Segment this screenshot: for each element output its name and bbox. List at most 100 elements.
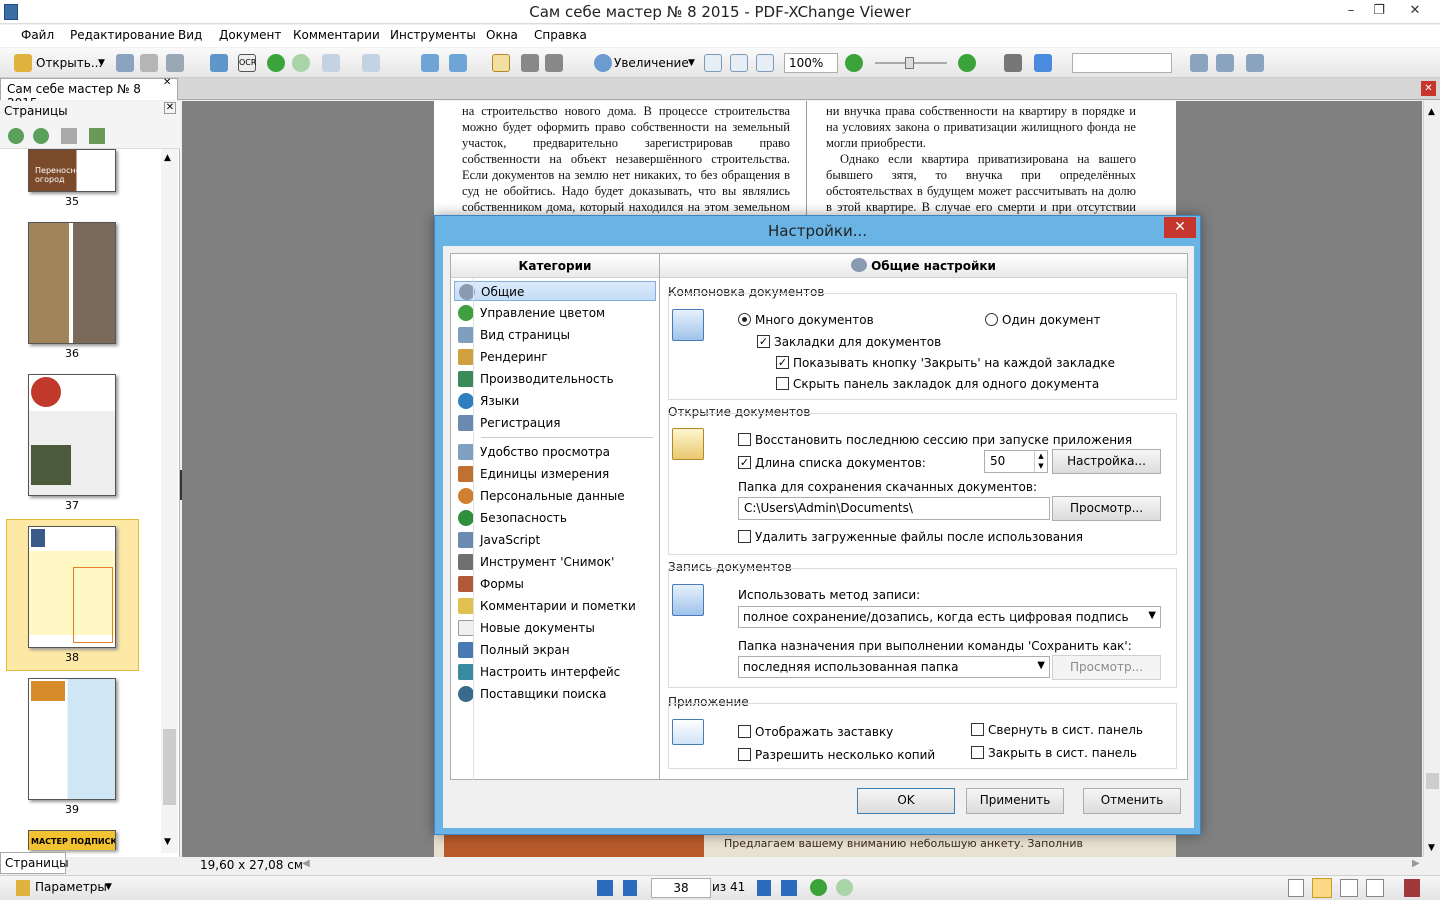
menu-document[interactable]: Документ — [219, 28, 281, 42]
cancel-button[interactable]: Отменить — [1083, 788, 1181, 814]
menu-file[interactable]: Файл — [21, 28, 54, 42]
tools-icon[interactable] — [1216, 54, 1234, 72]
minimize-button[interactable]: – — [1336, 0, 1366, 22]
pages-scroll-thumb[interactable] — [163, 729, 176, 805]
document-tab-close-icon[interactable]: ✕ — [163, 77, 171, 88]
zoom-label[interactable]: Увеличение — [614, 56, 689, 70]
radio-one-document[interactable]: Один документ — [985, 313, 1100, 327]
category-general[interactable]: Общие — [454, 281, 656, 301]
category-search-providers[interactable]: Поставщики поиска — [454, 684, 656, 704]
select-tool-icon[interactable] — [545, 54, 563, 72]
thumb-zoom-out-icon[interactable] — [33, 128, 49, 144]
save-method-select[interactable]: полное сохранение/дозапись, когда есть ц… — [738, 606, 1161, 628]
continuous-view-icon[interactable] — [1312, 878, 1332, 898]
zoom-slider-thumb[interactable] — [905, 57, 914, 69]
category-units[interactable]: Единицы измерения — [454, 464, 656, 484]
hscroll-left-icon[interactable]: ◀ — [302, 858, 310, 869]
document-vertical-scrollbar[interactable]: ▲ ▼ — [1423, 101, 1440, 857]
category-registration[interactable]: Регистрация — [454, 413, 656, 433]
search-provider-icon[interactable] — [1034, 54, 1052, 72]
ok-button[interactable]: OK — [857, 788, 955, 814]
undo-icon[interactable] — [322, 54, 340, 72]
menu-tools[interactable]: Инструменты — [390, 28, 476, 42]
menu-edit[interactable]: Редактирование — [70, 28, 175, 42]
facing-view-icon[interactable] — [1340, 879, 1358, 897]
apply-button[interactable]: Применить — [966, 788, 1064, 814]
snapshot-icon[interactable] — [521, 54, 539, 72]
history-back-icon[interactable] — [810, 879, 827, 896]
find-icon[interactable] — [1004, 54, 1022, 72]
search-input[interactable] — [1072, 53, 1172, 73]
last-page-icon[interactable] — [781, 880, 797, 896]
category-snapshot-tool[interactable]: Инструмент 'Снимок' — [454, 552, 656, 572]
zoom-in-icon[interactable] — [958, 54, 976, 72]
checkbox-minimize-to-tray[interactable]: Свернуть в сист. панель — [971, 723, 1143, 737]
browse-download-folder-button[interactable]: Просмотр... — [1052, 496, 1161, 521]
open-icon[interactable] — [14, 54, 32, 72]
category-new-documents[interactable]: Новые документы — [454, 618, 656, 638]
restore-button[interactable]: ❐ — [1364, 0, 1394, 22]
checkbox-doc-list-length[interactable]: ✓ Длина списка документов: — [738, 456, 926, 470]
parameters-button[interactable]: Параметры — [35, 880, 107, 894]
checkbox-restore-session[interactable]: Восстановить последнюю сессию при запуск… — [738, 433, 1132, 447]
category-customize-ui[interactable]: Настроить интерфейс — [454, 662, 656, 682]
scroll-up-icon[interactable]: ▲ — [164, 153, 171, 163]
radio-many-documents[interactable]: Много документов — [738, 313, 874, 327]
browse-save-as-button[interactable]: Просмотр... — [1052, 655, 1161, 680]
save-as-folder-select[interactable]: последняя использованная папка ▼ — [738, 656, 1050, 678]
prev-page-icon[interactable] — [623, 880, 637, 896]
checkbox-show-close-button[interactable]: ✓ Показывать кнопку 'Закрыть' на каждой з… — [776, 356, 1115, 370]
first-page-icon[interactable] — [597, 880, 613, 896]
parameters-dropdown-arrow[interactable]: ▼ — [105, 882, 112, 892]
page-thumbnail-38[interactable] — [28, 526, 116, 648]
checkbox-delete-downloaded[interactable]: Удалить загруженные файлы после использо… — [738, 530, 1083, 544]
category-rendering[interactable]: Рендеринг — [454, 347, 656, 367]
page-thumbnail-35[interactable]: Переносной огород — [28, 149, 116, 192]
pages-scrollbar[interactable]: ▲ ▼ — [161, 149, 178, 853]
open-button-label[interactable]: Открыть... — [36, 56, 102, 70]
dialog-close-button[interactable]: ✕ — [1164, 217, 1196, 238]
scan-icon[interactable] — [166, 54, 184, 72]
fit-width-icon[interactable] — [756, 54, 774, 72]
doc-scroll-up-icon[interactable]: ▲ — [1428, 107, 1435, 117]
rotate-icon[interactable] — [421, 54, 439, 72]
doc-scroll-thumb[interactable] — [1426, 773, 1439, 789]
download-folder-input[interactable]: C:\Users\Admin\Documents\ — [738, 497, 1050, 520]
zoom-combo[interactable]: 100% — [784, 53, 838, 73]
sign-icon[interactable] — [1404, 879, 1420, 897]
checkbox-document-tabs[interactable]: ✓ Закладки для документов — [757, 335, 941, 349]
checkbox-close-to-tray[interactable]: Закрыть в сист. панель — [971, 746, 1137, 760]
category-javascript[interactable]: JavaScript — [454, 530, 656, 550]
close-window-button[interactable]: ✕ — [1400, 0, 1430, 22]
page-thumbnail-40[interactable]: МАСТЕР ПОДПИСКА! — [28, 830, 116, 850]
hand-tool-icon[interactable] — [492, 54, 510, 72]
category-color-management[interactable]: Управление цветом — [454, 303, 656, 323]
checkbox-multiple-instances[interactable]: Разрешить несколько копий — [738, 748, 935, 762]
page-thumbnail-37[interactable] — [28, 374, 116, 496]
history-forward-icon[interactable] — [836, 879, 853, 896]
scroll-down-icon[interactable]: ▼ — [164, 837, 171, 847]
export-icon[interactable] — [210, 54, 228, 72]
checkbox-show-splash[interactable]: Отображать заставку — [738, 725, 893, 739]
settings-button[interactable]: Настройка... — [1052, 449, 1161, 474]
redo-icon[interactable] — [362, 54, 380, 72]
doc-scroll-down-icon[interactable]: ▼ — [1428, 843, 1435, 853]
open-dropdown-arrow[interactable]: ▼ — [98, 58, 105, 68]
actual-size-icon[interactable] — [704, 54, 722, 72]
thumb-insert-icon[interactable] — [89, 128, 105, 144]
hscroll-right-icon[interactable]: ▶ — [1412, 858, 1420, 869]
page-number-input[interactable]: 38 — [651, 878, 711, 898]
pages-bottom-tab[interactable]: Страницы — [0, 852, 69, 874]
menu-comments[interactable]: Комментарии — [293, 28, 380, 42]
fit-page-icon[interactable] — [730, 54, 748, 72]
checkbox-hide-tab-bar[interactable]: Скрыть панель закладок для одного докуме… — [776, 377, 1099, 391]
options-icon[interactable] — [1190, 54, 1208, 72]
category-viewing-comfort[interactable]: Удобство просмотра — [454, 442, 656, 462]
page-thumbnail-39[interactable] — [28, 678, 116, 800]
thumb-zoom-in-icon[interactable] — [8, 128, 24, 144]
next-page-icon[interactable] — [757, 880, 771, 896]
category-full-screen[interactable]: Полный экран — [454, 640, 656, 660]
doc-list-spinner[interactable]: ▲ ▼ — [1034, 451, 1047, 472]
forward-icon[interactable] — [292, 54, 310, 72]
zoom-out-icon[interactable] — [845, 54, 863, 72]
